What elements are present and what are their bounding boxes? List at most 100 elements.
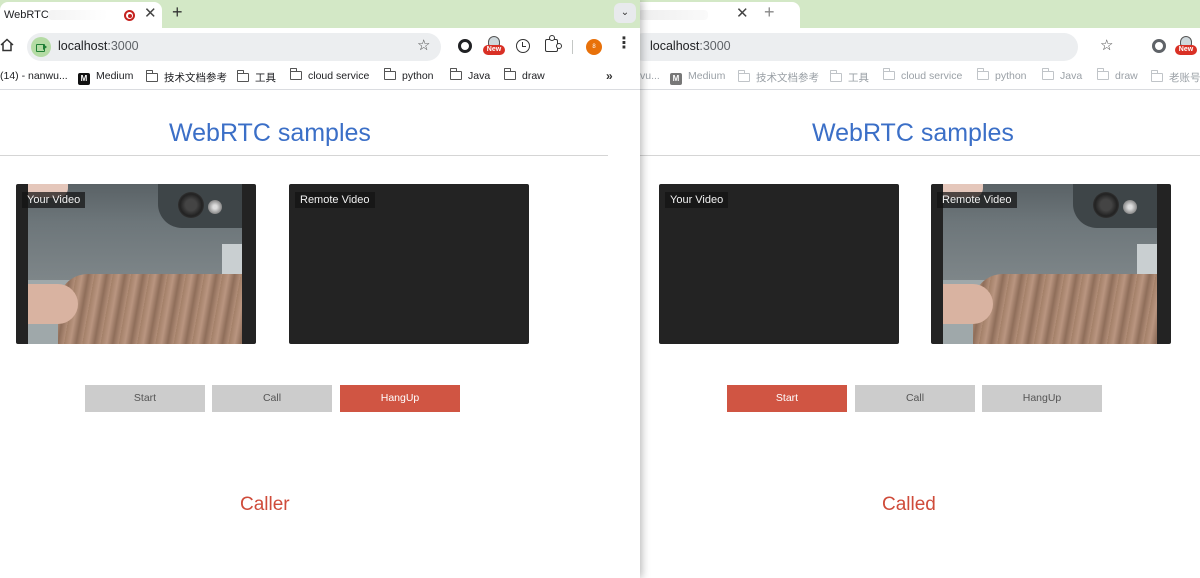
bookmark-folder[interactable]: 技术文档参考 [146, 70, 227, 85]
folder-icon [1151, 70, 1163, 82]
remote-video-label: Remote Video [295, 192, 375, 208]
new-feature-icon[interactable]: New [483, 36, 505, 56]
bookmark-folder[interactable]: 技术文档参考 [738, 70, 819, 85]
remote-video: Remote Video [931, 184, 1171, 344]
feed-blanket [973, 274, 1157, 344]
bookmark-label: 技术文档参考 [164, 72, 227, 84]
folder-icon [1042, 68, 1054, 80]
role-label: Called [882, 494, 936, 515]
bookmark-label: cloud service [901, 70, 963, 82]
kebab-menu-icon[interactable]: ⋮ [616, 36, 632, 52]
folder-icon [146, 70, 158, 82]
bookmark-star-icon[interactable]: ☆ [1100, 37, 1113, 55]
medium-icon: M [670, 73, 682, 85]
start-button[interactable]: Start [727, 385, 847, 412]
camera-feed [28, 184, 242, 344]
bookmark-folder[interactable]: Java [1042, 68, 1083, 82]
new-feature-icon[interactable]: New [1175, 36, 1197, 56]
call-button[interactable]: Call [855, 385, 975, 412]
address-bar[interactable]: localhost:3000 [640, 33, 1078, 61]
hangup-button[interactable]: HangUp [982, 385, 1102, 412]
bookmark-folder[interactable]: python [384, 68, 434, 82]
bookmarks-more-icon[interactable]: » [606, 69, 613, 83]
address-bar[interactable]: localhost:3000 ☆ [27, 33, 441, 61]
new-badge: New [483, 45, 505, 55]
bookmark-label: 老账号 [1169, 72, 1200, 84]
url-port: :3000 [107, 39, 139, 53]
bookmark-label: draw [1115, 70, 1138, 82]
bookmarks-bar: vu... M Medium 技术文档参考 工具 cloud service py… [640, 64, 1200, 90]
bookmark-folder[interactable]: 工具 [237, 70, 276, 85]
bookmark-label: Medium [96, 70, 134, 82]
browser-toolbar: localhost:3000 ☆ New [640, 28, 1200, 64]
tab-strip: ✕ + [640, 0, 1200, 28]
local-video-label: Your Video [22, 192, 86, 208]
title-divider [640, 155, 1200, 156]
bookmark-item[interactable]: M Medium [78, 70, 133, 85]
bookmark-folder[interactable]: draw [504, 68, 545, 82]
local-video: Your Video [16, 184, 256, 344]
new-badge: New [1175, 45, 1197, 55]
new-tab-icon[interactable]: + [172, 3, 183, 21]
bookmark-label: Java [468, 70, 491, 82]
bookmark-label: (14) - nanwu... [0, 70, 68, 82]
close-icon[interactable]: ✕ [144, 6, 157, 22]
bookmark-folder[interactable]: draw [1097, 68, 1138, 82]
tab-search-icon[interactable]: ⌄ [614, 3, 636, 23]
bookmark-folder[interactable]: cloud service [290, 68, 369, 82]
feed-lens [1093, 192, 1119, 218]
camera-feed [943, 184, 1157, 344]
tab-webrtc[interactable]: ✕ [640, 2, 800, 28]
toolbar-separator [572, 40, 573, 54]
home-icon[interactable] [0, 38, 14, 52]
extension-ring-icon[interactable] [1152, 39, 1166, 53]
bookmark-folder[interactable]: 工具 [830, 70, 869, 85]
url-host: localhost [58, 39, 108, 53]
bookmark-item[interactable]: (14) - nanwu... [0, 70, 68, 82]
bookmark-folder[interactable]: 老账号 [1151, 70, 1200, 85]
caller-browser-window: WebRTC ⁻ ✕ + ⌄ localhost:3000 ☆ New 8 ⋮ … [0, 0, 640, 578]
history-clock-icon[interactable] [516, 39, 530, 53]
folder-icon [977, 68, 989, 80]
extensions-puzzle-icon[interactable] [545, 35, 562, 52]
bookmark-label: python [995, 70, 1027, 82]
bookmark-label: 工具 [255, 72, 276, 84]
bookmark-folder[interactable]: cloud service [883, 68, 963, 82]
bookmark-item[interactable]: M Medium [670, 70, 725, 85]
new-tab-icon[interactable]: + [764, 3, 775, 21]
bookmark-label: 技术文档参考 [756, 72, 819, 84]
bookmark-folder[interactable]: Java [450, 68, 491, 82]
url-host: localhost [650, 39, 700, 53]
role-label: Caller [240, 494, 290, 515]
bookmark-label: 工具 [848, 72, 869, 84]
close-icon[interactable]: ✕ [736, 6, 749, 22]
folder-icon [883, 68, 895, 80]
bookmark-label: python [402, 70, 434, 82]
extension-ring-icon[interactable] [458, 39, 472, 53]
folder-icon [738, 70, 750, 82]
browser-toolbar: localhost:3000 ☆ New 8 ⋮ [0, 28, 640, 64]
feed-flash [1123, 200, 1137, 214]
folder-icon [290, 68, 302, 80]
feed-lens [178, 192, 204, 218]
feed-hand [943, 284, 993, 324]
remote-video-label: Remote Video [937, 192, 1017, 208]
bookmarks-bar: (14) - nanwu... M Medium 技术文档参考 工具 cloud … [0, 64, 640, 90]
tab-title-blur [640, 10, 708, 20]
profile-avatar[interactable]: 8 [586, 39, 602, 55]
feed-blanket [58, 274, 242, 344]
tab-webrtc[interactable]: WebRTC ⁻ ✕ [0, 2, 162, 28]
called-browser-window: ✕ + localhost:3000 ☆ New vu... M Medium 技… [640, 0, 1200, 578]
bookmark-star-icon[interactable]: ☆ [417, 37, 430, 55]
title-divider [0, 155, 608, 156]
hangup-button[interactable]: HangUp [340, 385, 460, 412]
camera-site-icon[interactable] [31, 37, 51, 57]
call-button[interactable]: Call [212, 385, 332, 412]
feed-flash [208, 200, 222, 214]
bookmark-label: Java [1060, 70, 1083, 82]
start-button[interactable]: Start [85, 385, 205, 412]
bookmark-folder[interactable]: python [977, 68, 1027, 82]
bookmark-item[interactable]: vu... [640, 70, 660, 82]
medium-icon: M [78, 73, 90, 85]
bookmark-label: draw [522, 70, 545, 82]
